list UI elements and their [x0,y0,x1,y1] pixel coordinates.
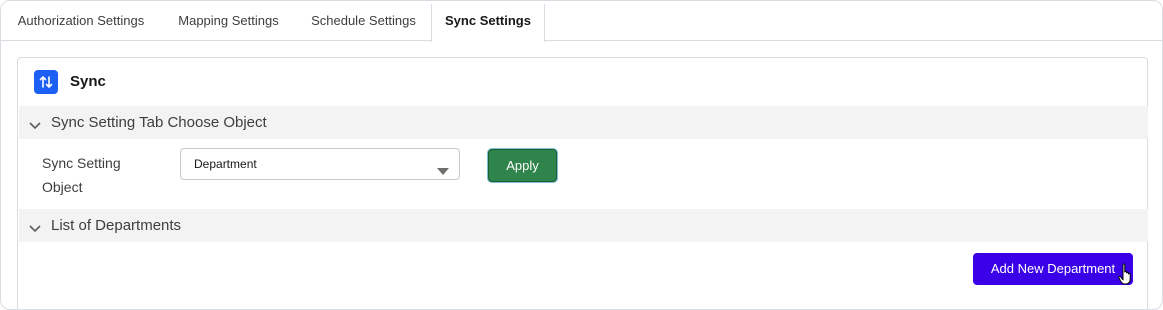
chevron-down-icon [29,220,41,238]
section-departments-title: List of Departments [51,217,182,234]
tab-schedule-settings[interactable]: Schedule Settings [296,1,431,41]
tab-mapping-settings[interactable]: Mapping Settings [161,1,296,41]
settings-panel: Authorization Settings Mapping Settings … [0,0,1163,310]
tab-sync-settings[interactable]: Sync Settings [431,1,545,42]
tab-authorization-settings[interactable]: Authorization Settings [1,1,161,41]
sync-arrows-icon [34,70,58,94]
section-choose-object-title: Sync Setting Tab Choose Object [51,114,267,131]
dropdown-caret-icon [437,162,449,180]
card-title: Sync [70,73,106,90]
section-departments-header[interactable]: List of Departments [19,209,1148,242]
sync-setting-object-label: Sync Setting Object [42,155,121,195]
hand-pointer-icon [1118,263,1134,290]
chevron-down-icon [29,117,41,135]
sync-object-select[interactable]: Department [180,148,460,180]
add-new-department-button[interactable]: Add New Department [973,253,1133,285]
sync-object-select-value: Department [194,157,257,171]
section-choose-object-header[interactable]: Sync Setting Tab Choose Object [19,106,1148,139]
apply-button[interactable]: Apply [488,149,557,182]
settings-tabbar: Authorization Settings Mapping Settings … [1,1,1162,42]
sync-card: Sync Sync Setting Tab Choose Object Sync… [17,57,1148,309]
